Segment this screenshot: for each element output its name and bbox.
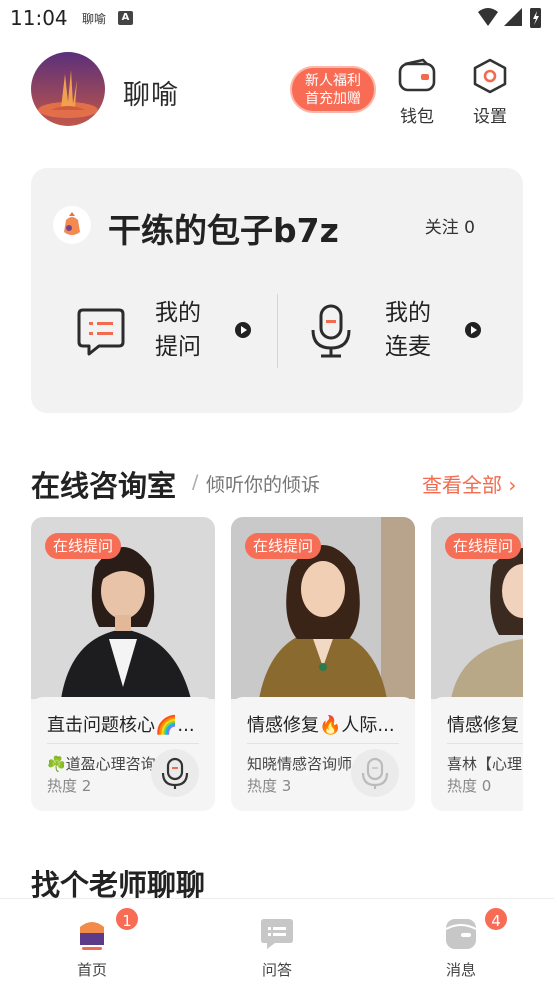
my-voice-call-line1: 我的 (385, 300, 431, 326)
promo-line2: 首充加赠 (305, 91, 361, 107)
status-bar: 11:04 聊喻 A (0, 0, 554, 40)
counselor-card-list: 在线提问 直击问题核心🌈... ☘️道盈心理咨询 热度 2 在线提问 情感修复🔥… (31, 517, 523, 813)
promo-line1: 新人福利 (305, 73, 361, 89)
my-questions-button[interactable]: 我的 提问 (77, 294, 267, 368)
chat-list-icon (77, 308, 125, 356)
promo-button[interactable]: 新人福利 首充加赠 (290, 66, 376, 113)
follow-count[interactable]: 关注 0 (425, 213, 475, 238)
counselor-card-title: 情感修复 (447, 715, 519, 736)
card-divider (47, 743, 199, 744)
nav-qa-label: 问答 (261, 961, 292, 979)
counselor-name: 喜林【心理 (447, 755, 523, 773)
settings-button[interactable]: 设置 (462, 58, 518, 127)
microphone-icon (161, 757, 189, 789)
card-divider (247, 743, 399, 744)
bottom-nav: 首页 问答 消息 (0, 898, 554, 984)
online-ask-tag: 在线提问 (445, 533, 522, 559)
counselor-card[interactable]: 在线提问 情感修复 喜林【心理 热度 0 (431, 517, 523, 811)
online-ask-tag: 在线提问 (45, 533, 122, 559)
counselor-heat: 热度 0 (447, 777, 492, 795)
status-icons (478, 8, 541, 28)
card-divider (447, 743, 523, 744)
consult-section-title: 在线咨询室 (31, 463, 176, 505)
profile-card: 干练的包子b7z 关注 0 我的 提问 我的 连麦 (31, 168, 523, 413)
wallet-button[interactable]: 钱包 (389, 58, 445, 127)
wallet-label: 钱包 (400, 107, 434, 127)
app-logo: 聊喻 (123, 80, 179, 111)
play-icon (465, 322, 481, 338)
play-icon (235, 322, 251, 338)
counselor-name: ☘️道盈心理咨询 (47, 755, 156, 773)
voice-call-button[interactable] (351, 749, 399, 797)
signal-icon (504, 8, 522, 26)
username: 干练的包子b7z (108, 211, 339, 250)
chat-icon (261, 919, 293, 949)
section-slash: / (192, 471, 199, 493)
counselor-info: 直击问题核心🌈... ☘️道盈心理咨询 热度 2 (31, 697, 215, 811)
my-questions-line1: 我的 (155, 300, 201, 326)
my-questions-line2: 提问 (155, 334, 201, 360)
wifi-icon (478, 8, 498, 26)
my-voice-call-line2: 连麦 (385, 334, 431, 360)
nav-messages-label: 消息 (445, 961, 476, 979)
counselor-heat: 热度 2 (47, 777, 92, 795)
counselor-card[interactable]: 在线提问 情感修复🔥人际... 知晓情感咨询师 热度 3 (231, 517, 415, 811)
wallet-icon (398, 58, 436, 92)
counselor-info: 情感修复 喜林【心理 热度 0 (431, 697, 523, 811)
microphone-icon (311, 304, 351, 358)
counselor-info: 情感修复🔥人际... 知晓情感咨询师 热度 3 (231, 697, 415, 811)
messages-unread-badge: 4 (483, 906, 509, 932)
online-ask-tag: 在线提问 (245, 533, 322, 559)
my-voice-call-button[interactable]: 我的 连麦 (307, 294, 497, 368)
user-avatar[interactable] (31, 52, 105, 126)
message-icon (445, 919, 477, 949)
status-time: 11:04 (10, 6, 68, 30)
home-icon (80, 922, 104, 950)
nav-home-label: 首页 (76, 961, 107, 979)
user-badge-icon (53, 206, 91, 244)
status-app-label: 聊喻 (82, 12, 107, 26)
notification-icon: A (118, 11, 133, 25)
counselor-card-title: 情感修复🔥人际... (247, 715, 395, 736)
settings-label: 设置 (473, 107, 507, 127)
see-all-link[interactable]: 查看全部 › (422, 469, 516, 498)
counselor-card-title: 直击问题核心🌈... (47, 715, 195, 736)
nav-qa[interactable]: 问答 (242, 915, 312, 980)
card-divider (277, 294, 278, 368)
gear-icon (473, 58, 507, 94)
counselor-card[interactable]: 在线提问 直击问题核心🌈... ☘️道盈心理咨询 热度 2 (31, 517, 215, 811)
consult-section-subtitle: 倾听你的倾诉 (206, 474, 321, 496)
microphone-icon (361, 757, 389, 789)
counselor-name: 知晓情感咨询师 (247, 755, 353, 773)
counselor-heat: 热度 3 (247, 777, 292, 795)
voice-call-button[interactable] (151, 749, 199, 797)
home-unread-badge: 1 (114, 906, 140, 932)
